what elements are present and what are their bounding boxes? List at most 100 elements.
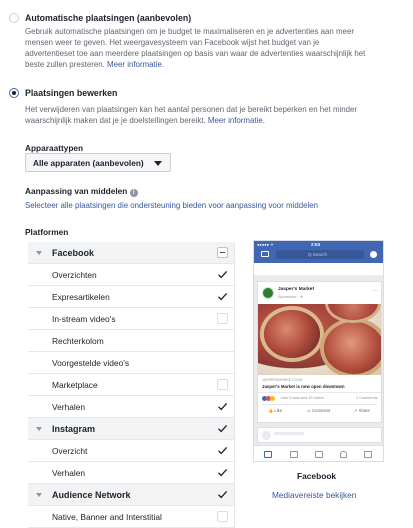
page-name: Jasper's Market bbox=[278, 287, 315, 292]
checkmark-icon[interactable] bbox=[217, 445, 228, 456]
share-label: Share bbox=[358, 408, 370, 413]
auto-placements-title[interactable]: Automatische plaatsingen (aanbevolen) bbox=[25, 13, 191, 23]
device-types-label: Apparaattypen bbox=[25, 143, 84, 153]
device-types-selected: Alle apparaten (aanbevolen) bbox=[33, 158, 144, 168]
marketplace-tab-icon bbox=[315, 451, 323, 458]
asset-customization-text: Aanpassing van middelen bbox=[25, 186, 128, 196]
notifications-tab-icon bbox=[340, 451, 347, 458]
checkmark-icon[interactable] bbox=[217, 291, 228, 302]
auto-desc-line: Gebruik automatische plaatsingen om je b… bbox=[25, 27, 354, 36]
comment-action[interactable]: ▭ Comment bbox=[307, 408, 330, 413]
checkmark-icon[interactable] bbox=[217, 269, 228, 280]
preview-tab-bar bbox=[254, 445, 383, 461]
placement-row[interactable]: Marketplace bbox=[28, 374, 234, 396]
checkmark-icon[interactable] bbox=[217, 489, 228, 500]
watch-tab-icon bbox=[290, 451, 298, 458]
placement-row[interactable]: Overzichten bbox=[28, 264, 234, 286]
link-title: Jasper's Market is now open downtown bbox=[262, 384, 345, 389]
asset-customization-label: Aanpassing van middelen i bbox=[25, 186, 138, 197]
checkmark-icon[interactable] bbox=[217, 401, 228, 412]
auto-placements-description: Gebruik automatische plaatsingen om je b… bbox=[25, 26, 409, 70]
pie-slice bbox=[328, 304, 378, 320]
preview-caption: Facebook bbox=[297, 471, 337, 481]
placement-row[interactable]: Overzicht bbox=[28, 440, 234, 462]
placement-row[interactable]: Rechterkolom bbox=[28, 330, 234, 352]
preview-header: ●●●●● ✈ 2:04 Q Search bbox=[254, 241, 383, 263]
skeleton-line bbox=[274, 432, 304, 435]
status-time: 2:04 bbox=[311, 242, 321, 247]
wow-reaction-icon bbox=[270, 396, 275, 401]
partial-checkbox-icon[interactable] bbox=[217, 247, 228, 258]
platform-row-label: Facebook bbox=[52, 248, 95, 258]
platform-row-label: Audience Network bbox=[52, 490, 131, 500]
collapse-caret-icon[interactable] bbox=[36, 427, 42, 431]
platform-row-label: Verhalen bbox=[52, 468, 86, 478]
ad-image bbox=[258, 304, 381, 375]
camera-icon bbox=[261, 251, 269, 257]
platform-row-label: Marketplace bbox=[52, 380, 98, 390]
thumbs-up-icon: 👍 bbox=[268, 408, 274, 413]
platform-row-label: Instagram bbox=[52, 424, 96, 434]
news-feed-tab-icon bbox=[264, 451, 272, 458]
link-domain: JASPERSMARKET.COM bbox=[262, 378, 303, 382]
skeleton-avatar bbox=[262, 431, 271, 440]
pie-slice bbox=[324, 322, 381, 374]
edit-placements-radio[interactable] bbox=[9, 88, 19, 98]
edit-placements-title[interactable]: Plaatsingen bewerken bbox=[25, 88, 117, 98]
auto-desc-line: beste zullen presteren. bbox=[25, 60, 105, 69]
placement-checkbox[interactable] bbox=[217, 379, 228, 390]
placement-row[interactable]: Verhalen bbox=[28, 396, 234, 418]
auto-placements-radio[interactable] bbox=[9, 13, 19, 23]
like-action[interactable]: 👍 Like bbox=[268, 408, 282, 414]
checkmark-icon[interactable] bbox=[217, 423, 228, 434]
divider bbox=[234, 242, 235, 528]
edit-desc-line: Het verwijderen van plaatsingen kan het … bbox=[25, 105, 358, 114]
placement-row[interactable]: Expresartikelen bbox=[28, 286, 234, 308]
auto-learn-more-link[interactable]: Meer informatie. bbox=[107, 60, 164, 69]
sponsored-label: Sponsored · ⊕ bbox=[278, 295, 303, 299]
collapse-caret-icon[interactable] bbox=[36, 493, 42, 497]
reaction-icons bbox=[262, 396, 275, 402]
placement-preview: ●●●●● ✈ 2:04 Q Search Jasper's Market Sp… bbox=[253, 240, 384, 462]
device-types-dropdown[interactable]: Alle apparaten (aanbevolen) bbox=[25, 153, 171, 172]
platform-row-label: Overzichten bbox=[52, 270, 97, 280]
stories-strip bbox=[254, 263, 383, 275]
like-label: Like bbox=[274, 408, 283, 413]
menu-tab-icon bbox=[364, 451, 372, 458]
collapse-caret-icon[interactable] bbox=[36, 251, 42, 255]
messenger-icon bbox=[370, 251, 377, 258]
checkmark-icon[interactable] bbox=[217, 467, 228, 478]
placement-checkbox[interactable] bbox=[217, 511, 228, 522]
placement-row[interactable]: Native, Banner and Interstitial bbox=[28, 506, 234, 528]
placement-row[interactable]: Voorgestelde video's bbox=[28, 352, 234, 374]
edit-desc-line: waarschijnlijk maken dat je je doelstell… bbox=[25, 116, 206, 125]
page-avatar bbox=[262, 287, 274, 299]
placement-checkbox[interactable] bbox=[217, 313, 228, 324]
media-requirements-link[interactable]: Mediavereiste bekijken bbox=[272, 490, 356, 500]
edit-placements-description: Het verwijderen van plaatsingen kan het … bbox=[25, 104, 409, 126]
comment-icon: ▭ bbox=[307, 408, 311, 413]
platform-section-row[interactable]: Audience Network bbox=[28, 484, 234, 506]
link-divider bbox=[258, 392, 381, 393]
placement-row[interactable]: Verhalen bbox=[28, 462, 234, 484]
share-action[interactable]: ↗ Share bbox=[354, 408, 370, 413]
more-options-icon: … bbox=[372, 287, 378, 293]
platform-row-label: Rechterkolom bbox=[52, 336, 104, 346]
platform-section-row[interactable]: Facebook bbox=[28, 242, 234, 264]
asset-customization-link[interactable]: Selecteer alle plaatsingen die ondersteu… bbox=[25, 201, 318, 210]
platform-row-label: Voorgestelde video's bbox=[52, 358, 130, 368]
radio-selected-dot bbox=[12, 91, 16, 95]
status-carrier: ●●●●● ✈ bbox=[257, 242, 274, 247]
auto-desc-line: advertentieset toe aan meerdere plaatsin… bbox=[25, 49, 366, 58]
placement-row[interactable]: In-stream video's bbox=[28, 308, 234, 330]
platform-row-label: Verhalen bbox=[52, 402, 86, 412]
platform-row-label: In-stream video's bbox=[52, 314, 116, 324]
platform-row-label: Expresartikelen bbox=[52, 292, 110, 302]
pie-slice bbox=[264, 310, 320, 358]
preview-search-bar: Q Search bbox=[276, 250, 364, 259]
edit-learn-more-link[interactable]: Meer informatie. bbox=[208, 116, 265, 125]
next-post-skeleton bbox=[257, 427, 382, 443]
comments-count: 2 Comments bbox=[356, 396, 378, 400]
platform-section-row[interactable]: Instagram bbox=[28, 418, 234, 440]
info-icon[interactable]: i bbox=[129, 189, 138, 197]
